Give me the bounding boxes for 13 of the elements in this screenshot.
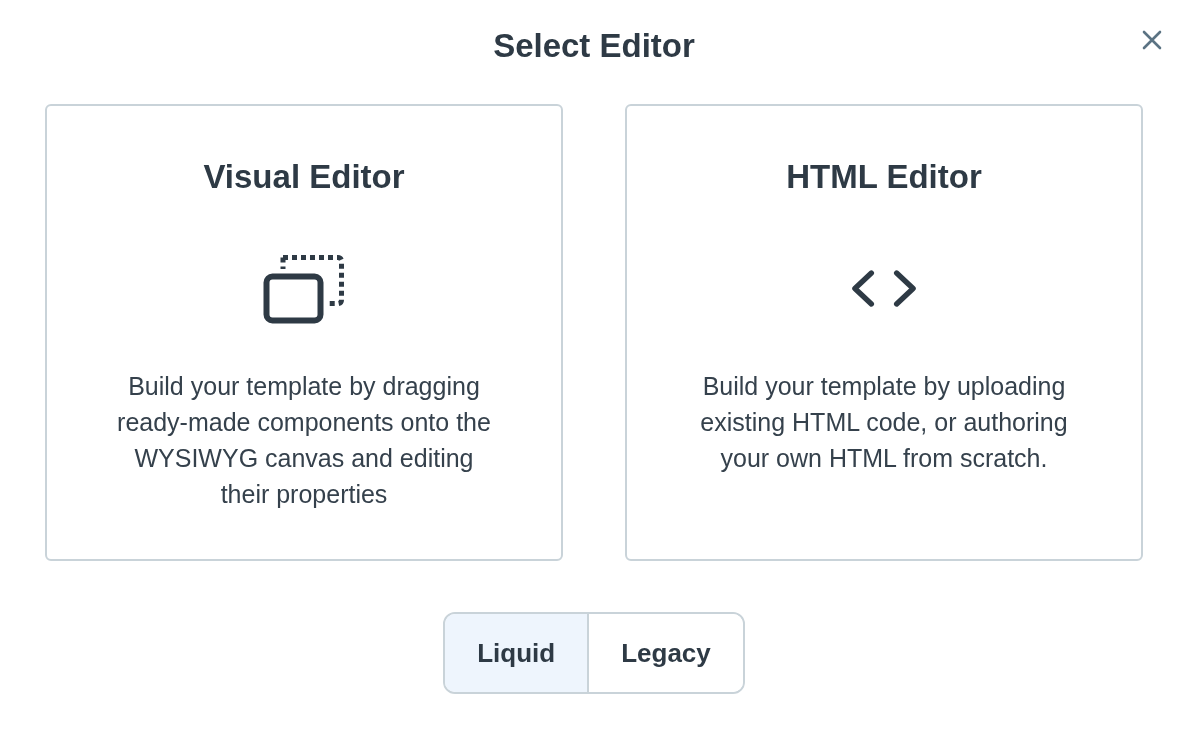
editor-description: Build your template by dragging ready-made components onto the WYSIWYG canvas and editing their properties — [116, 371, 492, 510]
language-toggle-option[interactable]: Legacy — [587, 614, 743, 692]
editor-option-card[interactable]: HTML Editor Build your template by uploading existing HTML code, or authoring your own HTML from scratch. — [625, 104, 1143, 561]
editor-title: Visual Editor — [203, 158, 405, 196]
dialog-title: Select Editor — [493, 26, 695, 66]
code-brackets-icon — [851, 270, 917, 307]
editor-title: HTML Editor — [786, 158, 982, 196]
language-toggle-option[interactable]: Liquid — [445, 614, 588, 692]
layered-rectangles-icon — [263, 253, 345, 324]
editor-option-card[interactable]: Visual Editor Build your template by dragging ready-made components onto the WYSIWYG canvas and editing their properties — [45, 104, 563, 561]
editor-description: Build your template by uploading existing HTML code, or authoring your own HTML from scratch. — [699, 371, 1069, 474]
close-icon — [1142, 30, 1162, 50]
close-button[interactable] — [1140, 28, 1164, 52]
